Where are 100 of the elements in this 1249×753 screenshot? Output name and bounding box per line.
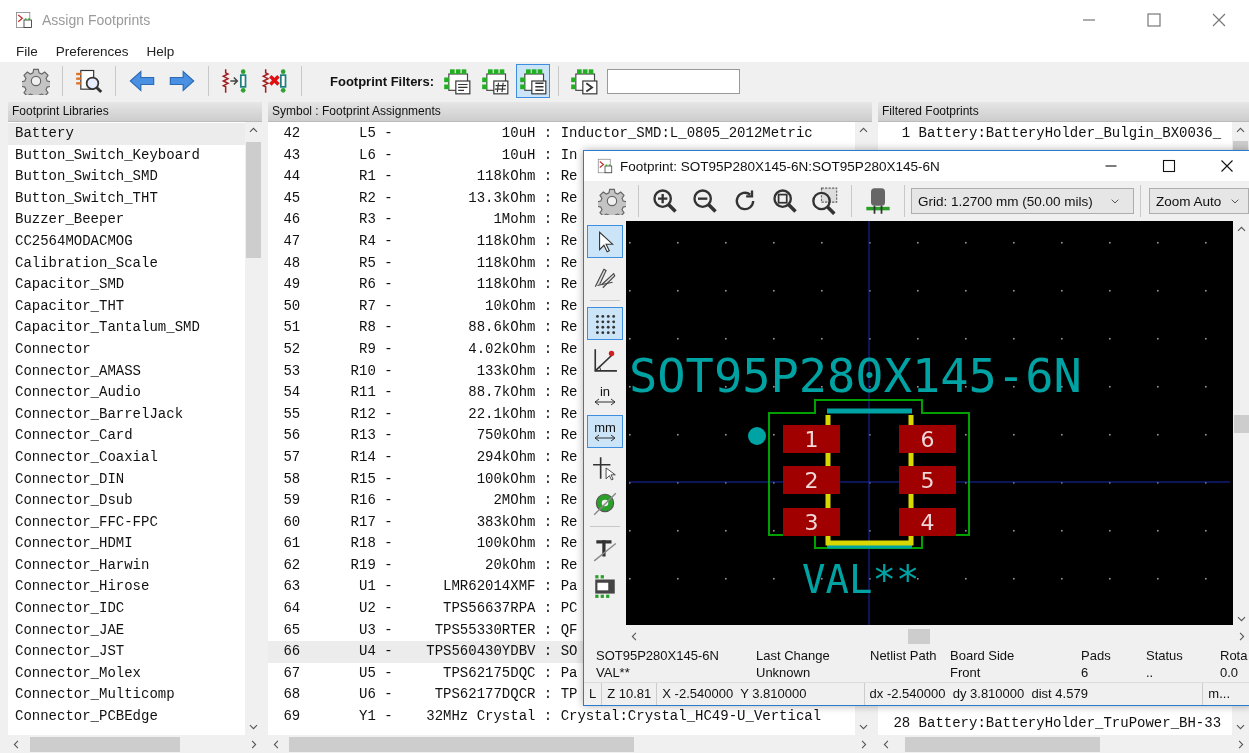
library-item[interactable]: Connector_Audio bbox=[8, 382, 245, 404]
library-item[interactable]: Battery bbox=[8, 123, 245, 145]
zoom-fit-icon[interactable] bbox=[771, 187, 799, 215]
library-item[interactable]: Connector_JAE bbox=[8, 619, 245, 642]
library-item[interactable]: Button_Switch_THT bbox=[8, 187, 245, 210]
info-label: Pads bbox=[1081, 648, 1112, 665]
pad[interactable]: 1 bbox=[783, 425, 840, 453]
library-item[interactable]: Capacitor_SMD bbox=[8, 274, 245, 296]
panel-header: Filtered Footprints bbox=[878, 102, 1249, 122]
scrollbar-thumb[interactable] bbox=[30, 736, 180, 752]
pin-marker bbox=[748, 427, 766, 445]
double-arrow-icon bbox=[593, 397, 617, 406]
library-item[interactable]: Connector_Card bbox=[8, 425, 245, 447]
library-item[interactable]: Connector_Hirose bbox=[8, 576, 245, 599]
library-item[interactable]: Button_Switch_SMD bbox=[8, 166, 245, 188]
chip-icon bbox=[481, 67, 509, 95]
info-value: VAL** bbox=[596, 665, 631, 682]
chip-icon bbox=[519, 67, 547, 95]
status-field: Z 10.81 bbox=[602, 683, 658, 705]
library-item[interactable]: Connector_Harwin bbox=[8, 554, 245, 577]
info-value: Unknown bbox=[756, 665, 812, 682]
scrollbar-thumb[interactable] bbox=[1234, 415, 1249, 433]
chip-magnifier-icon[interactable] bbox=[75, 67, 103, 95]
library-item[interactable]: Connector_HDMI bbox=[8, 533, 245, 555]
info-label: Last Change bbox=[756, 648, 831, 665]
units-button[interactable]: in bbox=[587, 379, 623, 412]
library-item[interactable]: Capacitor_THT bbox=[8, 295, 245, 318]
info-label: Netlist Path bbox=[870, 648, 938, 665]
app-icon bbox=[14, 10, 34, 30]
scrollbar-thumb[interactable] bbox=[289, 736, 634, 752]
info-value: 6 bbox=[1081, 665, 1090, 682]
zoom-in-icon[interactable] bbox=[651, 187, 679, 215]
library-item[interactable]: Connector bbox=[8, 338, 245, 361]
footprint-item[interactable]: 1 Battery:BatteryHolder_Bulgin_BX0036_ bbox=[878, 123, 1232, 145]
info-label: Status bbox=[1146, 648, 1184, 665]
panel-header: Symbol : Footprint Assignments bbox=[268, 102, 872, 122]
window-title: Footprint: SOT95P280X145-6N:SOT95P280X145-6N bbox=[620, 158, 941, 174]
search-field[interactable] bbox=[607, 68, 740, 94]
library-item[interactable]: Button_Switch_Keyboard bbox=[8, 144, 245, 167]
library-item[interactable]: CC2564MODACMOG bbox=[8, 230, 245, 253]
app-icon bbox=[596, 157, 614, 175]
library-item[interactable]: Connector_Molex bbox=[8, 662, 245, 685]
info-value: .. bbox=[1146, 665, 1155, 682]
info-label: Rota bbox=[1220, 648, 1249, 665]
value-text: VAL** bbox=[802, 557, 920, 602]
window-title: Assign Footprints bbox=[42, 12, 152, 28]
pad[interactable]: 5 bbox=[899, 466, 956, 494]
module-icon bbox=[592, 572, 618, 599]
grid-toggle-button[interactable] bbox=[587, 307, 623, 340]
resistor-delete-icon[interactable] bbox=[261, 67, 289, 95]
scrollbar-thumb[interactable] bbox=[908, 628, 930, 644]
library-item[interactable]: Connector_BarrelJack bbox=[8, 403, 245, 426]
library-item[interactable]: Connector_DIN bbox=[8, 468, 245, 491]
double-arrow-icon bbox=[593, 433, 617, 442]
assignment-row[interactable]: 42 L5 - 10uH : Inductor_SMD:L_0805_2012Metric bbox=[268, 123, 855, 145]
grid-select[interactable]: Grid: 1.2700 mm (50.00 mils) bbox=[911, 188, 1134, 214]
info-label: SOT95P280X145-6N bbox=[596, 648, 720, 665]
library-item[interactable]: Connector_PCBEdge bbox=[8, 706, 245, 728]
status-field: dx -2.540000 dy 3.810000 dist 4.579 bbox=[864, 683, 1204, 705]
zoom-select[interactable]: Zoom Auto bbox=[1149, 188, 1249, 214]
units-button[interactable]: mm bbox=[587, 415, 623, 448]
select-tool-button[interactable] bbox=[587, 225, 623, 258]
zoom-out-icon[interactable] bbox=[691, 187, 719, 215]
library-item[interactable]: Buzzer_Beeper bbox=[8, 209, 245, 231]
status-field: m... bbox=[1203, 683, 1249, 705]
library-filter-button[interactable] bbox=[516, 64, 550, 98]
library-item[interactable]: Connector_JST bbox=[8, 641, 245, 663]
library-item[interactable]: Connector_AMASS bbox=[8, 360, 245, 383]
library-item[interactable]: Connector_IDC bbox=[8, 598, 245, 620]
gear-icon[interactable] bbox=[598, 187, 626, 215]
component-3d-icon[interactable] bbox=[864, 187, 892, 215]
menu-item[interactable]: File bbox=[9, 43, 45, 59]
scrollbar-thumb[interactable] bbox=[905, 736, 1100, 752]
gear-icon[interactable] bbox=[22, 67, 50, 95]
footprint-item[interactable]: 28 Battery:BatteryHolder_TruPower_BH-33 bbox=[878, 713, 1232, 735]
menu-item[interactable]: Preferences bbox=[48, 43, 136, 59]
assignment-row[interactable]: 69 Y1 - 32MHz Crystal : Crystal:Crystal_HC49-U_Vertical bbox=[268, 706, 855, 728]
chip-icon bbox=[443, 67, 471, 95]
library-item[interactable]: Connector_FFC-FPC bbox=[8, 511, 245, 534]
scrollbar[interactable] bbox=[878, 735, 1249, 753]
library-item[interactable]: Calibration_Scale bbox=[8, 252, 245, 275]
menu-item[interactable]: Help bbox=[139, 43, 182, 59]
info-value: Front bbox=[950, 665, 982, 682]
pcb-canvas[interactable]: SOT95P280X145-6N 1 2 3 6 5 4 VAL** bbox=[626, 221, 1233, 625]
cursor-icon bbox=[592, 454, 618, 481]
pad[interactable]: 2 bbox=[783, 466, 840, 494]
polar-icon bbox=[592, 346, 618, 373]
library-item[interactable]: Connector_Dsub bbox=[8, 490, 245, 512]
library-item[interactable]: Capacitor_Tantalum_SMD bbox=[8, 317, 245, 339]
library-item[interactable]: Connector_Coaxial bbox=[8, 446, 245, 469]
library-item[interactable]: Connector_Multicomp bbox=[8, 684, 245, 707]
pad[interactable]: 4 bbox=[899, 508, 956, 536]
resistor-link-icon[interactable] bbox=[221, 67, 249, 95]
pad[interactable]: 6 bbox=[899, 425, 956, 453]
reference-text: SOT95P280X145-6N bbox=[629, 348, 1082, 403]
pad[interactable]: 3 bbox=[783, 508, 840, 536]
scrollbar-thumb[interactable] bbox=[246, 142, 261, 258]
zoom-selection-icon[interactable] bbox=[811, 187, 839, 215]
chip-icon bbox=[570, 67, 598, 95]
filters-label: Footprint Filters: bbox=[330, 73, 434, 89]
